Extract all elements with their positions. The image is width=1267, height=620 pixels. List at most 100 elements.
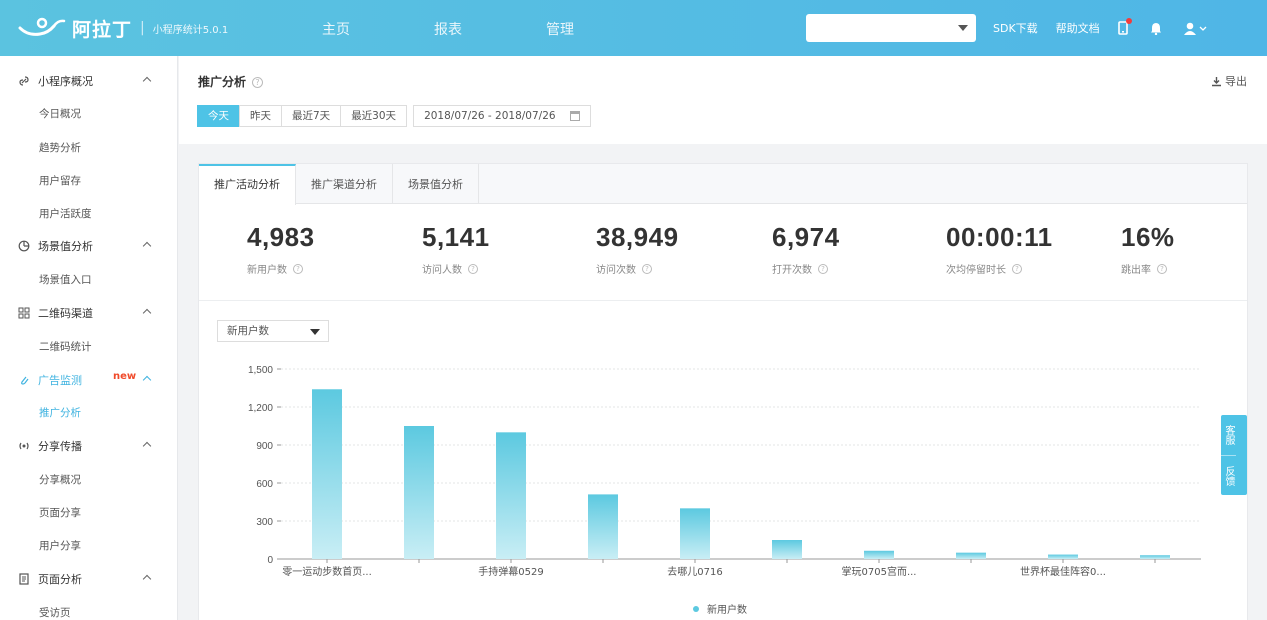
y-tick-label: 1,200	[248, 403, 273, 414]
sidebar-item-visited-pages[interactable]: 受访页	[0, 599, 178, 620]
y-tick-label: 600	[256, 479, 273, 490]
metric-value: 4,983	[247, 222, 315, 252]
bar	[404, 426, 434, 559]
help-icon[interactable]: ?	[468, 263, 478, 274]
chevron-up-icon	[142, 241, 152, 251]
sidebar-item-retention[interactable]: 用户留存	[0, 167, 178, 195]
main-nav: 主页 报表 管理	[280, 0, 616, 56]
metric-label: 跳出率	[1121, 265, 1151, 276]
tab-channel-analysis[interactable]: 推广渠道分析	[296, 164, 393, 204]
nav-reports[interactable]: 报表	[392, 0, 504, 56]
user-menu-icon[interactable]	[1183, 22, 1208, 35]
main-content: 推广分析? 导出 今天 昨天 最近7天 最近30天 2018/07/26 - 2…	[179, 56, 1267, 620]
sidebar-item-qrcode-stats[interactable]: 二维码统计	[0, 333, 178, 361]
export-button[interactable]: 导出	[1211, 73, 1247, 89]
feedback-button[interactable]: 反馈	[1221, 455, 1236, 495]
bar	[772, 540, 802, 559]
help-icon[interactable]: ?	[252, 77, 264, 88]
bell-icon[interactable]	[1150, 22, 1162, 35]
sidebar-item-promotion-analysis[interactable]: 推广分析	[0, 399, 178, 427]
sdk-download-link[interactable]: SDK下载	[993, 20, 1038, 36]
bar	[1048, 554, 1078, 559]
series-select[interactable]: 新用户数	[217, 320, 329, 342]
analysis-card: 推广活动分析 推广渠道分析 场景值分析 4,983 新用户数? 5,141 访问…	[198, 163, 1248, 620]
help-icon[interactable]: ?	[642, 263, 652, 274]
sidebar-item-scene-entry[interactable]: 场景值入口	[0, 266, 178, 294]
sidebar-item-share-overview[interactable]: 分享概况	[0, 466, 178, 494]
date-tab-today[interactable]: 今天	[197, 105, 240, 127]
export-label: 导出	[1225, 75, 1247, 88]
date-filter: 今天 昨天 最近7天 最近30天 2018/07/26 - 2018/07/26	[197, 105, 591, 127]
sidebar-group-ad-monitor[interactable]: 广告监测 new	[0, 365, 178, 395]
date-range-picker[interactable]: 2018/07/26 - 2018/07/26	[413, 105, 591, 127]
sidebar-item-user-share[interactable]: 用户分享	[0, 532, 178, 560]
top-bar: 阿拉丁 | 小程序统计5.0.1 主页 报表 管理 SDK下载 帮助文档	[0, 0, 1267, 56]
qrcode-icon	[18, 307, 30, 319]
chevron-up-icon	[142, 375, 152, 385]
x-tick-label: 手持弹幕0529	[478, 565, 543, 578]
phone-icon[interactable]	[1117, 18, 1132, 35]
app-account-select[interactable]	[806, 14, 976, 42]
brand-logo[interactable]: 阿拉丁 | 小程序统计5.0.1	[18, 10, 228, 46]
page-title-text: 推广分析	[198, 75, 247, 89]
page-header: 推广分析? 导出 今天 昨天 最近7天 最近30天 2018/07/26 - 2…	[179, 56, 1267, 144]
date-tab-last30[interactable]: 最近30天	[340, 105, 408, 127]
nav-manage[interactable]: 管理	[504, 0, 616, 56]
y-tick-label: 1,500	[248, 365, 273, 376]
float-service-panel: 客服 反馈	[1221, 415, 1247, 495]
date-range-value: 2018/07/26 - 2018/07/26	[424, 110, 556, 122]
metric-value: 38,949	[596, 222, 679, 252]
y-tick-label: 0	[267, 555, 273, 566]
download-icon	[1212, 76, 1221, 86]
brand-separator: |	[140, 20, 145, 36]
caret-down-icon	[310, 329, 320, 335]
metrics-row: 4,983 新用户数? 5,141 访问人数? 38,949 访问次数? 6,9…	[199, 204, 1247, 301]
date-tab-yesterday[interactable]: 昨天	[239, 105, 282, 127]
metric-value: 5,141	[422, 222, 490, 252]
help-icon[interactable]: ?	[293, 263, 303, 274]
legend-label: 新用户数	[707, 605, 747, 616]
metric-label: 访问次数	[596, 265, 636, 276]
sidebar-group-overview[interactable]: 小程序概况	[0, 66, 178, 96]
chevron-up-icon	[142, 441, 152, 451]
bar-chart: 0 300 600 900 1,200 1,500 零一运动步数首页... 手持弹幕0529 去…	[248, 365, 1201, 578]
sidebar-group-share[interactable]: 分享传播	[0, 431, 178, 461]
sidebar-group-qrcode[interactable]: 二维码渠道	[0, 298, 178, 328]
link-icon	[18, 75, 30, 87]
y-tick-label: 900	[256, 441, 273, 452]
metric-opens: 6,974 打开次数?	[772, 222, 840, 276]
help-icon[interactable]: ?	[1157, 263, 1167, 274]
bar	[588, 494, 618, 559]
document-icon	[18, 573, 30, 585]
bar	[1140, 555, 1170, 559]
sidebar-group-label: 场景值分析	[38, 240, 93, 253]
sidebar-item-today[interactable]: 今日概况	[0, 100, 178, 128]
clip-icon	[18, 374, 30, 386]
tab-scene-analysis[interactable]: 场景值分析	[393, 164, 479, 204]
sidebar-item-activity[interactable]: 用户活跃度	[0, 200, 178, 228]
date-tab-last7[interactable]: 最近7天	[281, 105, 342, 127]
sidebar-item-page-share[interactable]: 页面分享	[0, 499, 178, 527]
tab-campaign-analysis[interactable]: 推广活动分析	[199, 164, 296, 205]
bar	[680, 508, 710, 559]
metric-label: 打开次数	[772, 265, 812, 276]
help-docs-link[interactable]: 帮助文档	[1056, 20, 1100, 36]
top-links: SDK下载 帮助文档	[993, 0, 1230, 56]
chevron-up-icon	[142, 76, 152, 86]
nav-home[interactable]: 主页	[280, 0, 392, 56]
bar	[496, 432, 526, 559]
sidebar-group-page-analysis[interactable]: 页面分析	[0, 564, 178, 594]
chart-legend[interactable]: 新用户数	[693, 601, 747, 616]
lamp-logo-icon	[18, 17, 66, 36]
sidebar-item-trend[interactable]: 趋势分析	[0, 134, 178, 162]
customer-service-button[interactable]: 客服	[1221, 415, 1236, 455]
metric-bounce-rate: 16% 跳出率?	[1121, 222, 1175, 276]
metric-visits: 38,949 访问次数?	[596, 222, 679, 276]
metric-label: 访问人数	[422, 265, 462, 276]
sidebar-group-scene[interactable]: 场景值分析	[0, 231, 178, 261]
calendar-icon	[569, 111, 580, 121]
metric-label: 新用户数	[247, 265, 287, 276]
help-icon[interactable]: ?	[818, 263, 828, 274]
metric-visitors: 5,141 访问人数?	[422, 222, 490, 276]
help-icon[interactable]: ?	[1012, 263, 1022, 274]
